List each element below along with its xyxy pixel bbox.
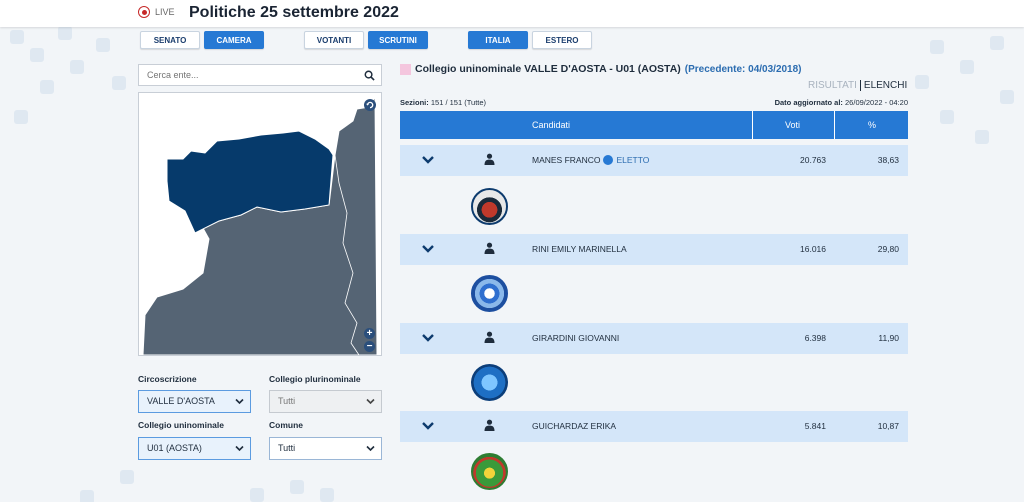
senato-button[interactable]: SENATO — [140, 31, 200, 49]
live-icon — [138, 6, 150, 18]
candidate-name: RINI EMILY MARINELLA — [532, 244, 627, 254]
chevron-down-icon — [235, 398, 244, 405]
candidate-name: GUICHARDAZ ERIKA — [532, 421, 617, 431]
chevron-down-icon — [366, 445, 375, 452]
collegio-title: Collegio uninominale VALLE D'AOSTA - U01… — [415, 63, 681, 75]
chevron-down-icon — [366, 398, 375, 405]
candidate-votes: 20.763 — [800, 155, 826, 165]
map-panel: + − — [138, 92, 382, 356]
plurinominale-value: Tutti — [278, 396, 296, 406]
plurinominale-select[interactable]: Tutti — [269, 390, 382, 413]
circoscrizione-label: Circoscrizione — [138, 374, 197, 384]
table-row: RINI EMILY MARINELLA 16.016 29,80 — [400, 234, 908, 265]
plurinominale-label: Collegio plurinominale — [269, 374, 361, 384]
sections-info: Sezioni: 151 / 151 (Tutte) — [400, 98, 486, 107]
results-table-header: Candidati Voti % — [400, 111, 908, 139]
italia-button[interactable]: ITALIA — [468, 31, 528, 49]
verified-icon — [603, 155, 614, 165]
party-logo — [471, 188, 508, 225]
search-icon[interactable] — [364, 70, 375, 81]
circoscrizione-select[interactable]: VALLE D'AOSTA — [138, 390, 251, 413]
person-icon — [484, 331, 495, 343]
candidate-percent: 29,80 — [877, 244, 899, 254]
table-row: MANES FRANCO ELETTO 20.763 38,63 — [400, 145, 908, 176]
previous-election-link[interactable]: (Precedente: 04/03/2018) — [685, 64, 802, 75]
uninominale-select[interactable]: U01 (AOSTA) — [138, 437, 251, 460]
updated-label: Dato aggiornato al: — [774, 98, 843, 107]
votanti-button[interactable]: VOTANTI — [304, 31, 364, 49]
estero-button[interactable]: ESTERO — [532, 31, 592, 49]
update-info: Dato aggiornato al: 26/09/2022 - 04:20 — [775, 98, 908, 107]
person-icon — [484, 419, 495, 431]
sections-value: 151 / 151 (Tutte) — [430, 98, 487, 107]
zoom-out-icon[interactable]: − — [364, 341, 375, 352]
results-heading: Collegio uninominale VALLE D'AOSTA - U01… — [400, 63, 802, 75]
uninominale-value: U01 (AOSTA) — [147, 443, 202, 453]
candidate-percent: 11,90 — [878, 333, 899, 343]
candidate-name: MANES FRANCO ELETTO — [532, 155, 650, 165]
uninominale-label: Collegio uninominale — [138, 420, 224, 430]
live-label: LIVE — [155, 7, 175, 17]
data-type-toggle: VOTANTI SCRUTINI — [304, 31, 428, 49]
live-indicator[interactable]: LIVE — [138, 6, 175, 18]
party-logo — [471, 364, 508, 401]
column-percent: % — [868, 120, 877, 130]
tab-risultati[interactable]: RISULTATI — [808, 80, 860, 91]
chevron-down-icon[interactable] — [421, 155, 435, 164]
chevron-down-icon — [235, 445, 244, 452]
party-logo — [471, 275, 508, 312]
top-bar: LIVE Politiche 25 settembre 2022 — [0, 0, 1024, 27]
person-icon — [484, 153, 495, 165]
person-icon — [484, 242, 495, 254]
results-tabs: RISULTATI ELENCHI — [808, 80, 907, 91]
chevron-down-icon[interactable] — [421, 244, 435, 253]
candidate-votes: 5.841 — [804, 421, 826, 431]
table-row: GIRARDINI GIOVANNI 6.398 11,90 — [400, 323, 908, 354]
comune-select[interactable]: Tutti — [269, 437, 382, 460]
updated-value: 26/09/2022 - 04:20 — [845, 98, 908, 107]
table-row: GUICHARDAZ ERIKA 5.841 10,87 — [400, 411, 908, 442]
candidate-name: GIRARDINI GIOVANNI — [532, 333, 620, 343]
candidate-votes: 16.016 — [800, 244, 826, 254]
candidate-votes: 6.398 — [804, 333, 826, 343]
chamber-toggle: SENATO CAMERA — [140, 31, 264, 49]
comune-label: Comune — [269, 420, 303, 430]
tab-elenchi[interactable]: ELENCHI — [859, 80, 907, 91]
chevron-down-icon[interactable] — [421, 421, 435, 430]
column-voti: Voti — [785, 120, 801, 130]
scrutini-button[interactable]: SCRUTINI — [368, 31, 428, 49]
comune-value: Tutti — [278, 443, 296, 453]
circoscrizione-value: VALLE D'AOSTA — [147, 396, 215, 406]
page-title: Politiche 25 settembre 2022 — [189, 4, 399, 21]
candidate-percent: 10,87 — [877, 421, 899, 431]
column-candidati: Candidati — [532, 120, 571, 130]
party-logo — [471, 453, 508, 490]
area-toggle: ITALIA ESTERO — [468, 31, 592, 49]
sections-label: Sezioni: — [400, 98, 429, 107]
search-input[interactable] — [139, 65, 349, 85]
camera-color-marker — [400, 63, 411, 75]
chevron-down-icon[interactable] — [421, 333, 435, 342]
search-box — [138, 64, 382, 86]
elected-badge: ELETTO — [616, 155, 650, 165]
refresh-icon[interactable] — [364, 99, 376, 111]
region-map[interactable] — [139, 93, 381, 355]
zoom-in-icon[interactable]: + — [364, 328, 375, 339]
camera-button[interactable]: CAMERA — [204, 31, 264, 49]
candidate-percent: 38,63 — [877, 155, 899, 165]
